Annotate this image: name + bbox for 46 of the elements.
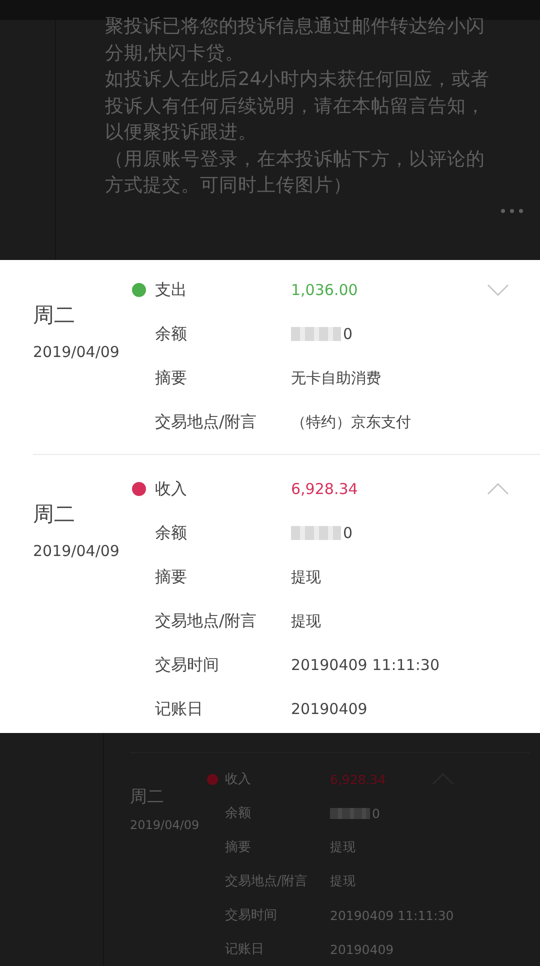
- type-label: 收入: [225, 771, 252, 788]
- date-label: 2019/04/09: [33, 342, 120, 363]
- field-label: 余额: [155, 324, 188, 344]
- field-label: 交易时间: [225, 907, 278, 924]
- date-label: 2019/04/09: [130, 817, 200, 834]
- more-icon[interactable]: [500, 208, 524, 214]
- field-label: 交易地点/附言: [155, 610, 258, 632]
- redacted-mask: [291, 526, 341, 540]
- field-value: （特约）京东支付: [291, 412, 411, 432]
- redacted-mask: [291, 327, 341, 341]
- field-value: 提现: [330, 872, 356, 890]
- field-label: 摘要: [225, 839, 252, 856]
- redacted-mask: [330, 808, 370, 818]
- post-paragraph: 如投诉人在此后24小时内未获任何回应，或者投诉人有任何后续说明，请在本帖留言告知，以便聚投诉跟进。: [105, 68, 491, 145]
- field-value: 提现: [330, 838, 356, 856]
- field-label: 交易时间: [155, 654, 220, 676]
- field-label: 记账日: [155, 698, 204, 720]
- field-value: 0: [343, 325, 353, 343]
- field-value: 0: [343, 524, 353, 542]
- field-label: 交易地点/附言: [155, 412, 258, 432]
- amount-value: 6,928.34: [330, 772, 386, 786]
- field-label: 摘要: [155, 368, 188, 388]
- post-paragraph: （用原账号登录，在本投诉帖下方，以评论的方式提交。可同时上传图片）: [105, 148, 486, 198]
- field-label: 交易地点/附言: [225, 873, 308, 890]
- type-label: 支出: [155, 280, 188, 300]
- field-value: 提现: [291, 612, 321, 630]
- field-value: 提现: [291, 568, 321, 586]
- post-paragraph: 聚投诉已将您的投诉信息通过邮件转达给小闪分期,快闪卡贷。: [105, 15, 486, 66]
- field-label: 记账日: [225, 941, 265, 958]
- field-label: 余额: [155, 522, 188, 544]
- field-value: 20190409 11:11:30: [291, 656, 440, 674]
- weekday-label: 周二: [33, 501, 76, 527]
- field-value: 20190409: [330, 942, 394, 956]
- chevron-down-icon[interactable]: [487, 284, 509, 296]
- amount-value: 6,928.34: [291, 480, 358, 498]
- weekday-label: 周二: [130, 786, 165, 809]
- amount-value: 1,036.00: [291, 281, 358, 299]
- date-label: 2019/04/09: [33, 541, 120, 562]
- field-value: 20190409 11:11:30: [330, 908, 454, 922]
- type-label: 收入: [155, 478, 188, 500]
- field-label: 余额: [225, 805, 252, 822]
- field-value: 20190409: [291, 700, 368, 718]
- field-value: 无卡自助消费: [291, 368, 381, 388]
- field-value: 0: [372, 806, 380, 820]
- field-label: 摘要: [155, 566, 188, 588]
- weekday-label: 周二: [33, 302, 76, 328]
